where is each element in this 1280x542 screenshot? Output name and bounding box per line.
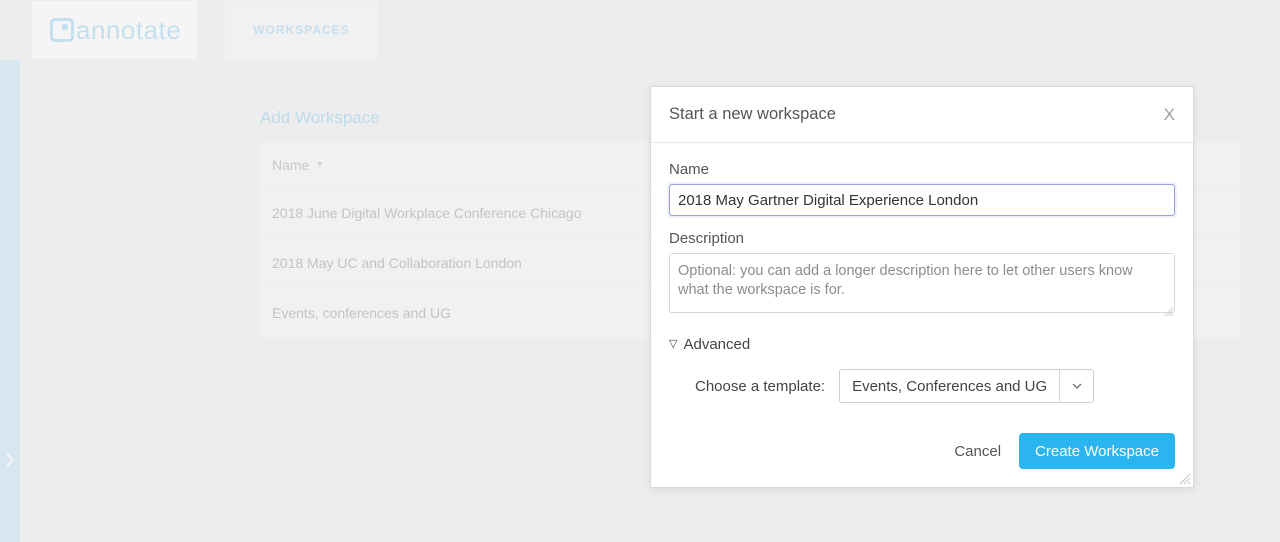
- select-dropdown-button[interactable]: [1059, 370, 1093, 402]
- name-field-label: Name: [669, 161, 1175, 178]
- modal-footer: Cancel Create Workspace: [651, 421, 1193, 487]
- modal-body: Name Description ▽ Advanced Choose a tem…: [651, 143, 1193, 421]
- description-wrap: [669, 253, 1175, 318]
- app-root: annotate WORKSPACES Add Workspace Name ▾…: [0, 0, 1280, 542]
- create-workspace-button[interactable]: Create Workspace: [1019, 433, 1175, 469]
- close-icon: X: [1164, 105, 1175, 124]
- template-select[interactable]: Events, Conferences and UG: [839, 369, 1094, 403]
- description-input[interactable]: [669, 253, 1175, 313]
- create-label: Create Workspace: [1035, 443, 1159, 460]
- new-workspace-modal: Start a new workspace X Name Description…: [650, 86, 1194, 488]
- cancel-button[interactable]: Cancel: [954, 443, 1001, 460]
- triangle-down-icon: ▽: [669, 337, 677, 350]
- name-input[interactable]: [669, 184, 1175, 216]
- template-selected-value: Events, Conferences and UG: [840, 370, 1059, 402]
- chevron-down-icon: [1072, 383, 1082, 389]
- modal-resize-grip-icon[interactable]: [1177, 471, 1191, 485]
- advanced-label: Advanced: [683, 336, 750, 353]
- advanced-toggle[interactable]: ▽ Advanced: [669, 336, 1175, 353]
- modal-title: Start a new workspace: [669, 105, 836, 124]
- description-field-label: Description: [669, 230, 1175, 247]
- cancel-label: Cancel: [954, 443, 1001, 460]
- template-row: Choose a template: Events, Conferences a…: [695, 369, 1175, 403]
- template-label: Choose a template:: [695, 378, 825, 395]
- modal-header: Start a new workspace X: [651, 87, 1193, 143]
- close-button[interactable]: X: [1164, 105, 1175, 125]
